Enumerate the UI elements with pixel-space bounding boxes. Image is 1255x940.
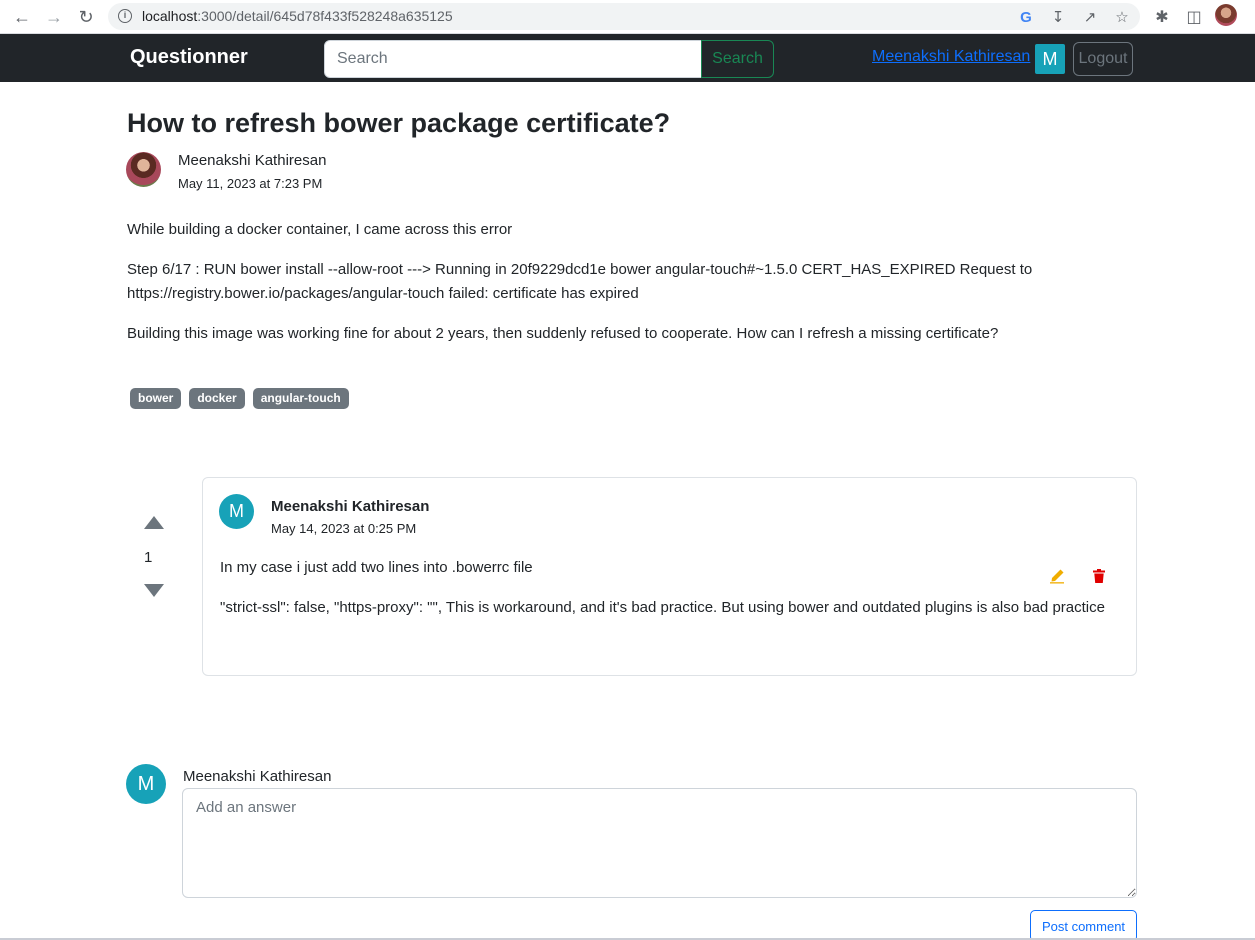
site-info-icon[interactable]: i [118, 9, 132, 23]
browser-profile-avatar[interactable] [1215, 4, 1237, 26]
question-paragraph: Building this image was working fine for… [127, 325, 999, 342]
answer-author: Meenakshi Kathiresan [271, 498, 430, 515]
bookmark-star-icon[interactable]: ☆ [1112, 7, 1132, 27]
extensions-puzzle-icon[interactable]: ✱ [1150, 5, 1174, 29]
vote-count: 1 [144, 549, 153, 566]
search-input[interactable] [324, 40, 702, 78]
tag-badge[interactable]: bower [130, 388, 182, 409]
logout-button[interactable]: Logout [1073, 42, 1133, 76]
tag-badge[interactable]: docker [189, 388, 245, 409]
answer-paragraph: "strict-ssl": false, "https-proxy": "", … [220, 599, 1105, 616]
comment-author-avatar: M [126, 764, 166, 804]
edit-pencil-icon[interactable] [1049, 568, 1065, 584]
url-text[interactable]: localhost:3000/detail/645d78f433f528248a… [142, 8, 453, 24]
answer-paragraph: In my case i just add two lines into .bo… [220, 559, 533, 576]
post-comment-button[interactable]: Post comment [1030, 910, 1137, 940]
browser-toolbar: ← → ↻ i localhost:3000/detail/645d78f433… [0, 0, 1255, 34]
answer-textarea[interactable] [182, 788, 1137, 898]
google-lens-icon[interactable]: G [1016, 7, 1036, 27]
question-author-avatar [126, 152, 161, 187]
comment-author: Meenakshi Kathiresan [183, 768, 332, 785]
answer-card: M Meenakshi Kathiresan May 14, 2023 at 0… [202, 477, 1137, 676]
question-paragraph: Step 6/17 : RUN bower install --allow-ro… [127, 261, 1033, 302]
share-icon[interactable]: ↗ [1080, 7, 1100, 27]
answer-author-avatar: M [219, 494, 254, 529]
question-date: May 11, 2023 at 7:23 PM [178, 176, 323, 191]
question-author: Meenakshi Kathiresan [178, 152, 327, 169]
answer-date: May 14, 2023 at 0:25 PM [271, 521, 417, 536]
tag-list: bower docker angular-touch [130, 388, 349, 409]
address-bar[interactable]: i localhost:3000/detail/645d78f433f52824… [108, 3, 1140, 30]
reload-icon[interactable]: ↻ [74, 5, 98, 29]
delete-trash-icon[interactable] [1091, 568, 1107, 584]
forward-arrow-icon[interactable]: → [42, 5, 66, 29]
downvote-arrow-icon[interactable] [144, 584, 164, 597]
app-navbar: Questionner Search Meenakshi Kathiresan … [0, 34, 1255, 82]
install-app-icon[interactable]: ↧ [1048, 7, 1068, 27]
question-paragraph: While building a docker container, I cam… [127, 221, 513, 238]
user-avatar[interactable]: M [1035, 44, 1065, 74]
tag-badge[interactable]: angular-touch [252, 388, 349, 409]
back-arrow-icon[interactable]: ← [10, 5, 34, 29]
upvote-arrow-icon[interactable] [144, 516, 164, 529]
side-panel-icon[interactable]: ◫ [1182, 5, 1206, 29]
search-button[interactable]: Search [701, 40, 774, 78]
brand-logo[interactable]: Questionner [130, 46, 248, 69]
user-profile-link[interactable]: Meenakshi Kathiresan [872, 48, 1030, 66]
question-title: How to refresh bower package certificate… [127, 108, 671, 138]
